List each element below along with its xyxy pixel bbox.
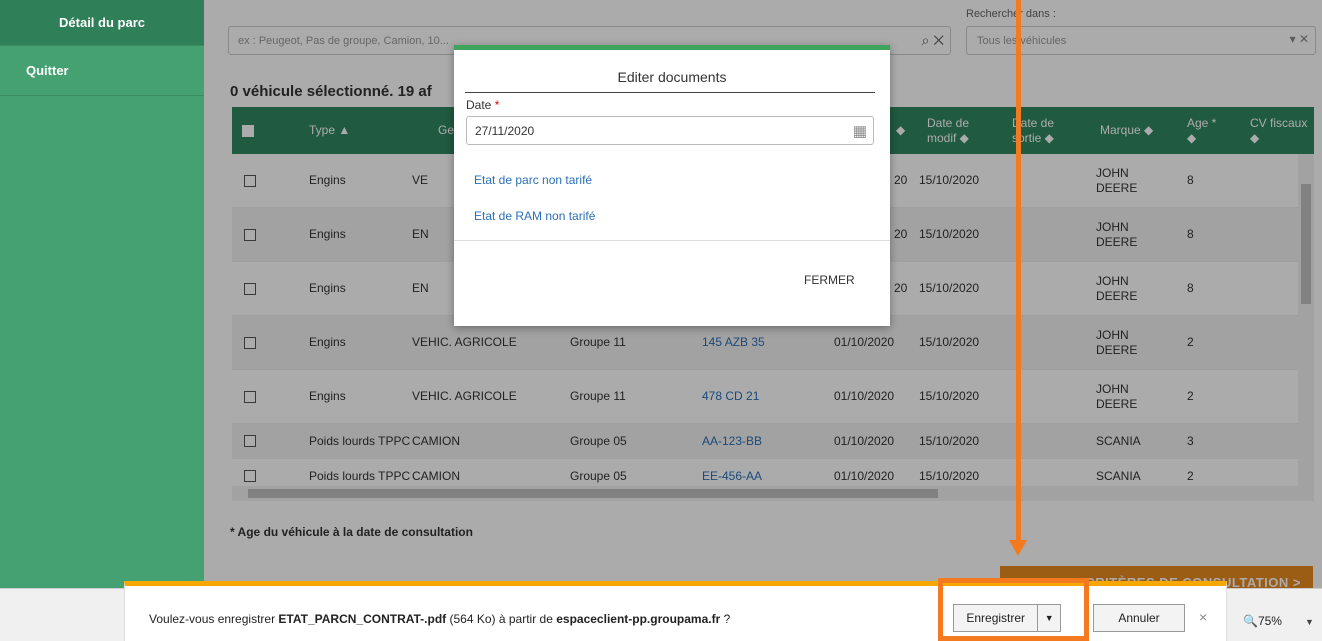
zoom-level[interactable]: 🔍75% [1243,614,1282,628]
link-etat-parc[interactable]: Etat de parc non tarifé [474,173,592,187]
download-filename: ETAT_PARCN_CONTRAT-.pdf [278,612,447,626]
date-label-text: Date [466,98,492,112]
annotation-arrow-line [1016,0,1021,545]
annotation-arrow-head [1009,540,1027,556]
link-etat-ram[interactable]: Etat de RAM non tarifé [474,209,595,223]
close-icon[interactable]: × [1199,609,1207,625]
sidebar-item-quitter[interactable]: Quitter [0,46,204,96]
date-value: 27/11/2020 [475,124,535,138]
modal-title: Editer documents [617,69,727,85]
download-site: espaceclient-pp.groupama.fr [556,612,721,626]
edit-documents-modal: Editer documents Date * 27/11/2020 ▦ Eta… [454,45,890,326]
calendar-icon[interactable]: ▦ [853,122,867,140]
zoom-dropdown-icon[interactable]: ▼ [1305,617,1314,627]
date-label: Date * [466,98,499,112]
close-modal-button[interactable]: FERMER [804,273,855,287]
download-message: Voulez-vous enregistrer ETAT_PARCN_CONTR… [149,612,730,626]
sidebar: Détail du parc Quitter [0,0,204,641]
sidebar-item-detail-parc[interactable]: Détail du parc [0,0,204,46]
download-size: (564 Ko) à partir de [446,612,557,626]
modal-divider [465,92,875,93]
zoom-value: 75% [1257,614,1282,628]
date-field[interactable]: 27/11/2020 ▦ [466,116,874,145]
annotation-highlight-box [938,578,1089,641]
zoom-icon: 🔍 [1243,614,1258,628]
cancel-button[interactable]: Annuler [1093,604,1185,632]
download-prefix: Voulez-vous enregistrer [149,612,279,626]
modal-footer-divider [454,240,890,241]
app-window: Détail du parc Quitter ex : Peugeot, Pas… [0,0,1322,641]
download-suffix: ? [720,612,731,626]
required-mark: * [494,98,500,112]
